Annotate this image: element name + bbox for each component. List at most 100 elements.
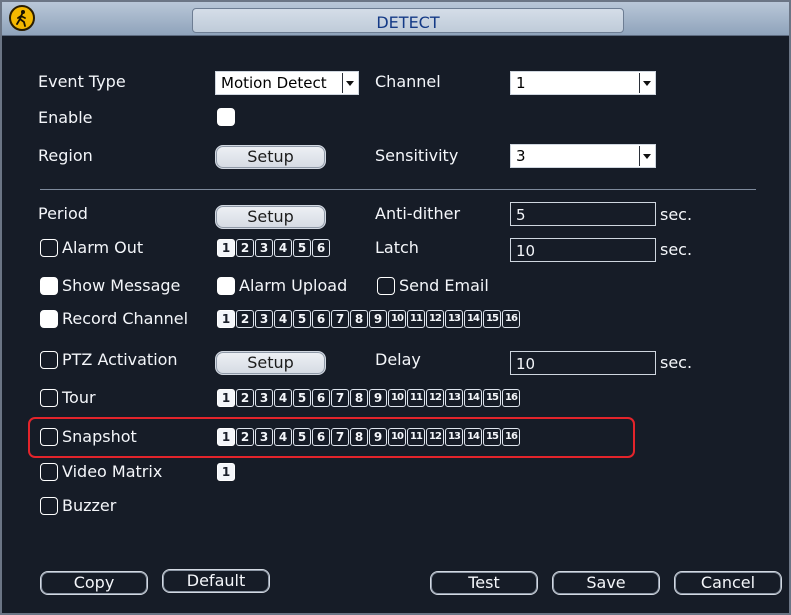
channel-toggle-2[interactable]: 2 (236, 239, 254, 257)
chevron-down-icon[interactable] (639, 146, 654, 166)
walking-person-icon (9, 5, 35, 31)
sensitivity-label: Sensitivity (375, 146, 459, 165)
video-matrix-channels: 1 (217, 463, 236, 481)
record-channels: 1 2 3 4 5 6 7 8 9 10 11 12 13 14 15 16 (217, 310, 521, 328)
channel-toggle-16[interactable]: 16 (502, 389, 520, 407)
chevron-down-icon[interactable] (639, 73, 654, 93)
channel-toggle-5[interactable]: 5 (293, 310, 311, 328)
title-bar: DETECT (2, 2, 789, 36)
channel-toggle-14[interactable]: 14 (464, 389, 482, 407)
channel-toggle-10[interactable]: 10 (388, 310, 406, 328)
channel-select[interactable]: 1 (510, 71, 656, 95)
channel-toggle-6[interactable]: 6 (312, 310, 330, 328)
tour-channels: 1 2 3 4 5 6 7 8 9 10 11 12 13 14 15 16 (217, 389, 521, 407)
channel-toggle-4[interactable]: 4 (274, 310, 292, 328)
channel-toggle-2[interactable]: 2 (236, 310, 254, 328)
alarm-out-channels: 123456 (217, 239, 331, 257)
channel-toggle-1[interactable]: 1 (217, 463, 235, 481)
test-button[interactable]: Test (430, 571, 538, 595)
channel-toggle-4[interactable]: 4 (274, 239, 292, 257)
channel-toggle-8[interactable]: 8 (350, 310, 368, 328)
period-label: Period (38, 204, 88, 223)
channel-toggle-5[interactable]: 5 (293, 239, 311, 257)
event-type-value: Motion Detect (221, 74, 327, 92)
divider (40, 189, 756, 190)
channel-toggle-4[interactable]: 4 (274, 389, 292, 407)
channel-toggle-16[interactable]: 16 (502, 310, 520, 328)
alarm-upload-checkbox[interactable] (217, 277, 235, 295)
latch-label: Latch (375, 238, 419, 257)
copy-button[interactable]: Copy (40, 571, 148, 595)
channel-toggle-3[interactable]: 3 (255, 310, 273, 328)
event-type-label: Event Type (38, 72, 126, 91)
channel-toggle-15[interactable]: 15 (483, 389, 501, 407)
delay-label: Delay (375, 350, 421, 369)
channel-toggle-5[interactable]: 5 (293, 389, 311, 407)
record-channel-checkbox[interactable] (40, 310, 58, 328)
channel-toggle-11[interactable]: 11 (407, 389, 425, 407)
channel-toggle-11[interactable]: 11 (407, 310, 425, 328)
channel-toggle-13[interactable]: 13 (445, 310, 463, 328)
cancel-button[interactable]: Cancel (674, 571, 782, 595)
ptz-setup-button[interactable]: Setup (215, 351, 326, 375)
sensitivity-value: 3 (516, 147, 526, 165)
channel-toggle-12[interactable]: 12 (426, 389, 444, 407)
tour-label: Tour (62, 388, 96, 407)
channel-toggle-9[interactable]: 9 (369, 389, 387, 407)
latch-unit: sec. (660, 240, 693, 259)
show-message-label: Show Message (62, 276, 181, 295)
channel-toggle-7[interactable]: 7 (331, 310, 349, 328)
channel-toggle-7[interactable]: 7 (331, 389, 349, 407)
enable-checkbox[interactable] (217, 108, 235, 126)
channel-toggle-6[interactable]: 6 (312, 389, 330, 407)
channel-toggle-3[interactable]: 3 (255, 389, 273, 407)
channel-toggle-8[interactable]: 8 (350, 389, 368, 407)
channel-toggle-15[interactable]: 15 (483, 310, 501, 328)
channel-toggle-1[interactable]: 1 (217, 239, 235, 257)
latch-value: 10 (516, 242, 536, 260)
delay-value: 10 (516, 355, 536, 373)
channel-toggle-12[interactable]: 12 (426, 310, 444, 328)
default-button[interactable]: Default (162, 569, 270, 593)
channel-toggle-13[interactable]: 13 (445, 389, 463, 407)
latch-input[interactable]: 10 (510, 238, 656, 262)
anti-dither-label: Anti-dither (375, 204, 461, 223)
tour-checkbox[interactable] (40, 389, 58, 407)
region-label: Region (38, 146, 93, 165)
anti-dither-input[interactable]: 5 (510, 202, 656, 226)
show-message-checkbox[interactable] (40, 277, 58, 295)
channel-label: Channel (375, 72, 441, 91)
channel-toggle-10[interactable]: 10 (388, 389, 406, 407)
buzzer-checkbox[interactable] (40, 497, 58, 515)
video-matrix-label: Video Matrix (62, 462, 163, 481)
channel-toggle-1[interactable]: 1 (217, 389, 235, 407)
alarm-out-checkbox[interactable] (40, 239, 58, 257)
enable-label: Enable (38, 108, 93, 127)
buzzer-label: Buzzer (62, 496, 117, 515)
snapshot-highlight-box (28, 417, 635, 458)
channel-toggle-14[interactable]: 14 (464, 310, 482, 328)
delay-input[interactable]: 10 (510, 351, 656, 375)
detect-window: DETECT Event Type Motion Detect Channel … (0, 0, 791, 615)
content-area: Event Type Motion Detect Channel 1 Enabl… (28, 44, 782, 604)
record-channel-label: Record Channel (62, 309, 189, 328)
sensitivity-select[interactable]: 3 (510, 144, 656, 168)
channel-toggle-3[interactable]: 3 (255, 239, 273, 257)
ptz-activation-checkbox[interactable] (40, 351, 58, 369)
event-type-select[interactable]: Motion Detect (215, 71, 359, 95)
video-matrix-checkbox[interactable] (40, 463, 58, 481)
channel-toggle-9[interactable]: 9 (369, 310, 387, 328)
ptz-activation-label: PTZ Activation (62, 350, 178, 369)
channel-toggle-6[interactable]: 6 (312, 239, 330, 257)
window-title: DETECT (376, 13, 440, 32)
send-email-checkbox[interactable] (377, 277, 395, 295)
period-setup-button[interactable]: Setup (215, 205, 326, 229)
channel-toggle-2[interactable]: 2 (236, 389, 254, 407)
anti-dither-value: 5 (516, 206, 526, 224)
region-setup-button[interactable]: Setup (215, 145, 326, 169)
channel-toggle-1[interactable]: 1 (217, 310, 235, 328)
save-button[interactable]: Save (552, 571, 660, 595)
alarm-upload-label: Alarm Upload (239, 276, 348, 295)
chevron-down-icon[interactable] (342, 73, 357, 93)
title-frame: DETECT (192, 8, 624, 33)
